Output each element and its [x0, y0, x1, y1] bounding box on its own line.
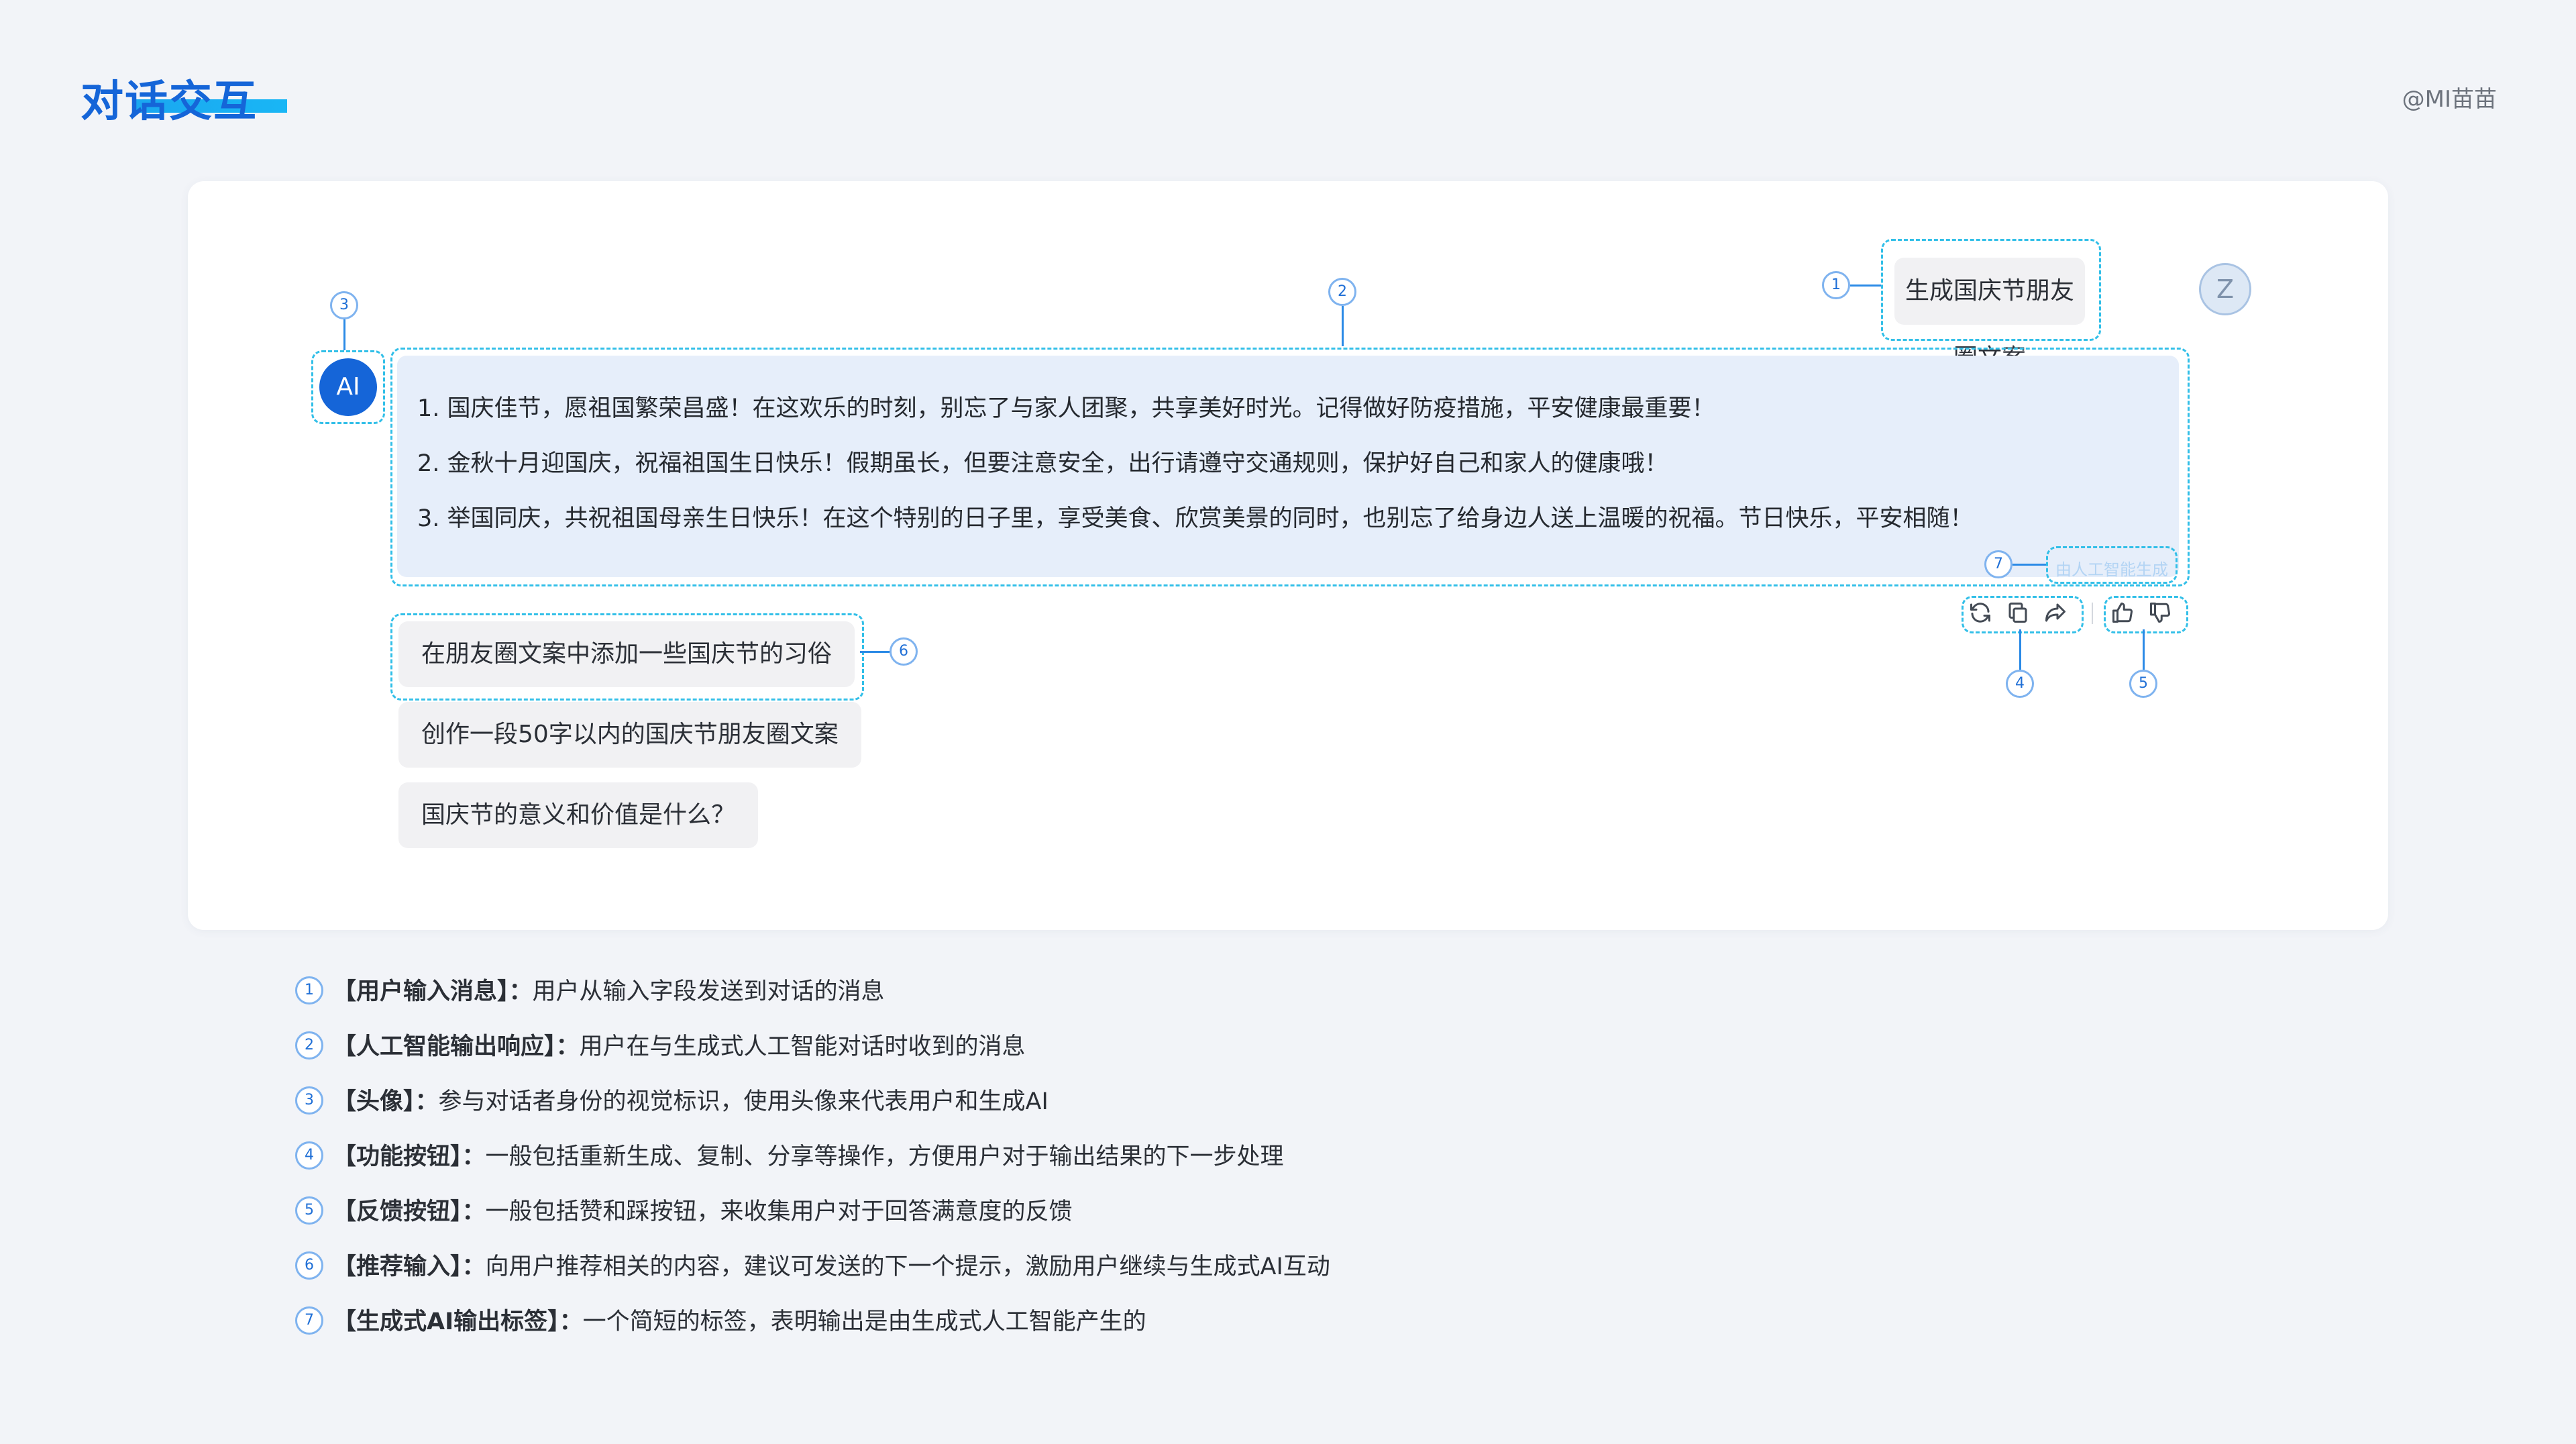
refresh-icon	[1970, 603, 1990, 623]
legend-term: 【头像】：	[333, 1088, 439, 1115]
callout-badge-1: 1	[1822, 271, 1850, 299]
ai-response-line-2: 2. 金秋十月迎国庆，祝福祖国生日快乐！假期虽长，但要注意安全，出行请遵守交通规…	[417, 450, 1668, 477]
callout-line-3	[343, 319, 345, 350]
ai-response-bubble: 1. 国庆佳节，愿祖国繁荣昌盛！在这欢乐的时刻，别忘了与家人团聚，共享美好时光。…	[397, 356, 2179, 577]
legend-badge: 3	[295, 1086, 323, 1115]
thumbs-up-button[interactable]	[2108, 598, 2137, 627]
legend-badge: 6	[295, 1251, 323, 1280]
suggestion-chip-2[interactable]: 创作一段50字以内的国庆节朋友圈文案	[398, 702, 861, 768]
copy-button[interactable]	[2003, 598, 2033, 627]
callout-badge-6: 6	[890, 637, 918, 666]
legend-item: 1 【用户输入消息】：用户从输入字段发送到对话的消息	[295, 972, 885, 1012]
legend-description: 一个简短的标签，表明输出是由生成式人工智能产生的	[582, 1308, 1146, 1335]
legend-term: 【生成式AI输出标签】：	[333, 1308, 583, 1335]
legend-description: 一般包括重新生成、复制、分享等操作，方便用户对于输出结果的下一步处理	[485, 1143, 1284, 1170]
thumbs-down-button[interactable]	[2145, 598, 2175, 627]
legend-term: 【推荐输入】：	[333, 1253, 486, 1280]
callout-line-4	[2019, 629, 2021, 670]
ai-response-line-1: 1. 国庆佳节，愿祖国繁荣昌盛！在这欢乐的时刻，别忘了与家人团聚，共享美好时光。…	[417, 395, 1715, 422]
legend-badge: 5	[295, 1196, 323, 1225]
callout-badge-5: 5	[2129, 670, 2157, 698]
thumbs-up-icon	[2112, 603, 2133, 623]
legend-item: 2 【人工智能输出响应】：用户在与生成式人工智能对话时收到的消息	[295, 1027, 1026, 1067]
user-message[interactable]: 生成国庆节朋友圈文案	[1894, 258, 2085, 372]
legend-description: 向用户推荐相关的内容，建议可发送的下一个提示，激励用户继续与生成式AI互动	[485, 1253, 1330, 1280]
legend-badge: 2	[295, 1031, 323, 1060]
callout-badge-2: 2	[1328, 278, 1356, 306]
legend-badge: 1	[295, 976, 323, 1004]
legend-item: 6 【推荐输入】：向用户推荐相关的内容，建议可发送的下一个提示，激励用户继续与生成…	[295, 1247, 1330, 1287]
callout-line-7	[2012, 564, 2046, 566]
chat-demo-card: 生成国庆节朋友圈文案 Z 1 AI 3 1. 国庆佳节，愿祖国繁荣昌盛！在这欢乐…	[188, 181, 2388, 930]
legend-description: 参与对话者身份的视觉标识，使用头像来代表用户和生成AI	[438, 1088, 1049, 1115]
callout-line-5	[2143, 629, 2145, 670]
refresh-button[interactable]	[1966, 598, 1995, 627]
legend-item: 4 【功能按钮】：一般包括重新生成、复制、分享等操作，方便用户对于输出结果的下一步…	[295, 1137, 1284, 1177]
page-title: 对话交互	[80, 77, 258, 127]
callout-badge-7: 7	[1984, 550, 2012, 578]
ai-generated-label: 由人工智能生成	[2055, 560, 2168, 579]
legend-description: 用户从输入字段发送到对话的消息	[532, 978, 885, 1005]
legend-item: 3 【头像】：参与对话者身份的视觉标识，使用头像来代表用户和生成AI	[295, 1082, 1049, 1122]
legend-term: 【人工智能输出响应】：	[333, 1033, 580, 1060]
callout-line-6	[860, 651, 890, 653]
legend-item: 5 【反馈按钮】：一般包括赞和踩按钮，来收集用户对于回答满意度的反馈	[295, 1192, 1073, 1232]
share-icon	[2045, 603, 2065, 622]
thumbs-down-icon	[2150, 603, 2170, 623]
callout-badge-4: 4	[2006, 670, 2034, 698]
user-avatar[interactable]: Z	[2199, 263, 2251, 315]
legend-item: 7 【生成式AI输出标签】：一个简短的标签，表明输出是由生成式人工智能产生的	[295, 1302, 1146, 1342]
legend-description: 用户在与生成式人工智能对话时收到的消息	[579, 1033, 1026, 1060]
legend-term: 【功能按钮】：	[333, 1143, 486, 1170]
author-watermark: @MI苗苗	[2402, 86, 2497, 113]
legend-description: 一般包括赞和踩按钮，来收集用户对于回答满意度的反馈	[485, 1198, 1073, 1225]
callout-badge-3: 3	[330, 291, 358, 319]
legend-term: 【用户输入消息】：	[333, 978, 533, 1005]
suggestion-chip-3[interactable]: 国庆节的意义和价值是什么？	[398, 782, 759, 848]
legend-badge: 4	[295, 1141, 323, 1170]
ai-avatar: AI	[319, 358, 377, 416]
legend-term: 【反馈按钮】：	[333, 1198, 486, 1225]
ai-response-line-3: 3. 举国同庆，共祝祖国母亲生日快乐！在这个特别的日子里，享受美食、欣赏美景的同…	[417, 505, 1974, 532]
action-divider	[2092, 603, 2093, 624]
suggestion-chip-1[interactable]: 在朋友圈文案中添加一些国庆节的习俗	[398, 621, 855, 687]
callout-line-2	[1342, 306, 1344, 346]
legend-badge: 7	[295, 1306, 323, 1335]
share-button[interactable]	[2041, 598, 2070, 627]
copy-icon	[2008, 603, 2027, 623]
callout-line-1	[1850, 285, 1881, 287]
